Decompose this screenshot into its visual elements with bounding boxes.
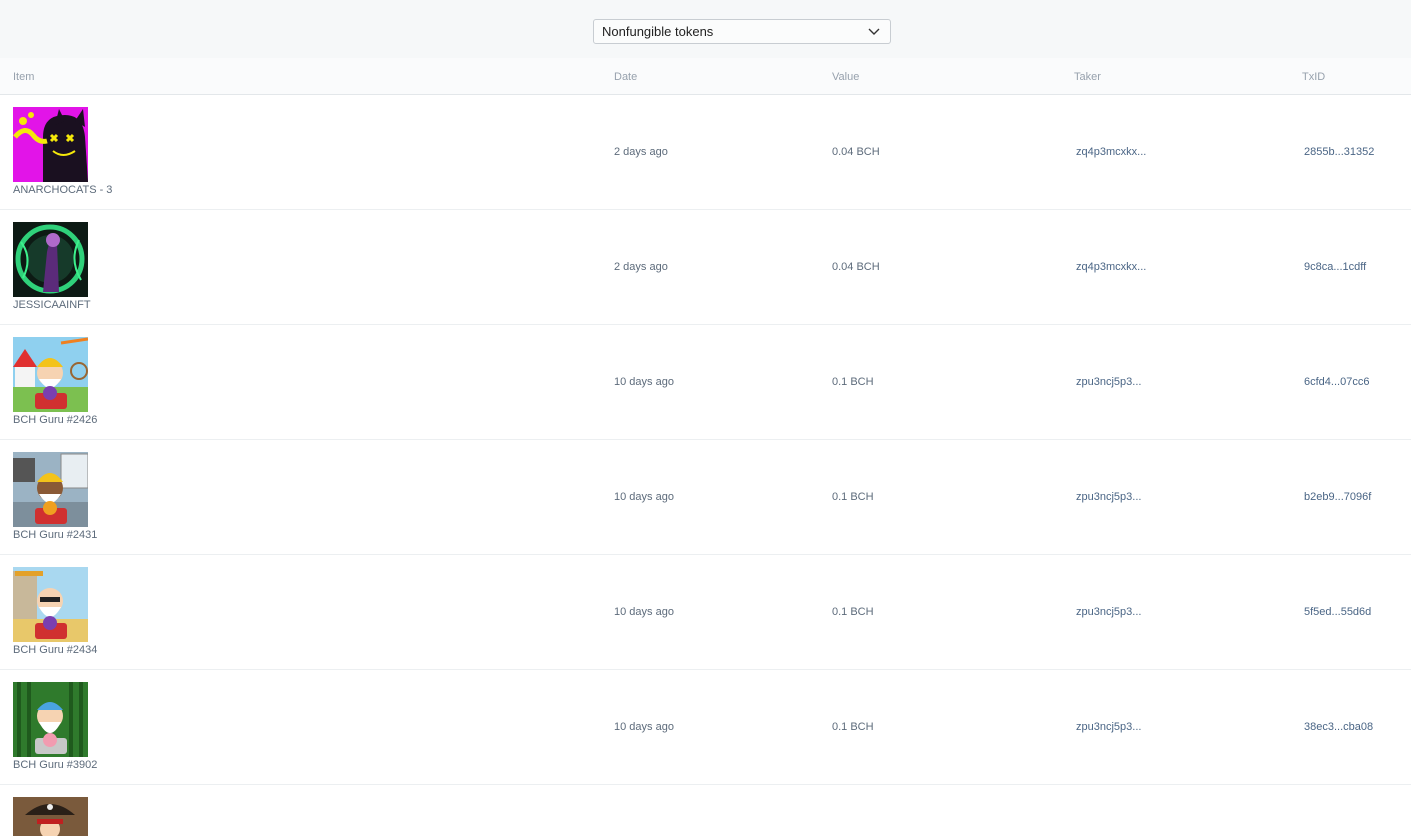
table-header: Item Date Value Taker TxID [0,58,1411,95]
token-type-select-value: Nonfungible tokens [602,24,714,39]
nft-thumbnail[interactable] [13,107,88,182]
txid-link[interactable]: 2855b...31352 [1304,146,1374,158]
taker-link[interactable]: zpu3ncj5p3... [1076,376,1141,388]
nft-thumbnail[interactable] [13,567,88,642]
item-name: BCH Guru #2431 [13,529,98,541]
column-header-value: Value [832,71,860,83]
txid-link[interactable]: 38ec3...cba08 [1304,721,1373,733]
date-cell: 10 days ago [614,376,674,388]
value-cell: 0.04 BCH [832,146,880,158]
table-row [0,785,1411,836]
taker-link[interactable]: zpu3ncj5p3... [1076,721,1141,733]
table-row: JESSICAAINFT 2 days ago 0.04 BCH zq4p3mc… [0,210,1411,325]
nft-thumbnail[interactable] [13,337,88,412]
value-cell: 0.04 BCH [832,261,880,273]
txid-link[interactable]: 6cfd4...07cc6 [1304,376,1369,388]
taker-link[interactable]: zpu3ncj5p3... [1076,606,1141,618]
filter-bar: Nonfungible tokens [0,0,1411,58]
column-header-taker: Taker [1074,71,1101,83]
table-row: BCH Guru #2426 10 days ago 0.1 BCH zpu3n… [0,325,1411,440]
table-row: ANARCHOCATS - 3 2 days ago 0.04 BCH zq4p… [0,95,1411,210]
nft-thumbnail[interactable] [13,797,88,836]
date-cell: 2 days ago [614,261,668,273]
column-header-date: Date [614,71,638,83]
value-cell: 0.1 BCH [832,721,874,733]
table-row: BCH Guru #2434 10 days ago 0.1 BCH zpu3n… [0,555,1411,670]
item-name: JESSICAAINFT [13,299,91,311]
value-cell: 0.1 BCH [832,491,874,503]
column-header-txid: TxID [1302,71,1326,83]
nft-thumbnail[interactable] [13,682,88,757]
token-type-select[interactable]: Nonfungible tokens [593,19,891,44]
txid-link[interactable]: 9c8ca...1cdff [1304,261,1366,273]
item-name: BCH Guru #2426 [13,414,98,426]
item-name: BCH Guru #2434 [13,644,98,656]
taker-link[interactable]: zq4p3mcxkx... [1076,146,1146,158]
date-cell: 10 days ago [614,721,674,733]
date-cell: 10 days ago [614,491,674,503]
table-row: BCH Guru #2431 10 days ago 0.1 BCH zpu3n… [0,440,1411,555]
date-cell: 2 days ago [614,146,668,158]
value-cell: 0.1 BCH [832,606,874,618]
txid-link[interactable]: 5f5ed...55d6d [1304,606,1371,618]
taker-link[interactable]: zq4p3mcxkx... [1076,261,1146,273]
column-header-item: Item [13,71,35,83]
item-name: ANARCHOCATS - 3 [13,184,113,196]
value-cell: 0.1 BCH [832,376,874,388]
item-name: BCH Guru #3902 [13,759,98,771]
txid-link[interactable]: b2eb9...7096f [1304,491,1371,503]
nft-thumbnail[interactable] [13,452,88,527]
chevron-down-icon [868,28,880,36]
table-row: BCH Guru #3902 10 days ago 0.1 BCH zpu3n… [0,670,1411,785]
taker-link[interactable]: zpu3ncj5p3... [1076,491,1141,503]
nft-thumbnail[interactable] [13,222,88,297]
date-cell: 10 days ago [614,606,674,618]
